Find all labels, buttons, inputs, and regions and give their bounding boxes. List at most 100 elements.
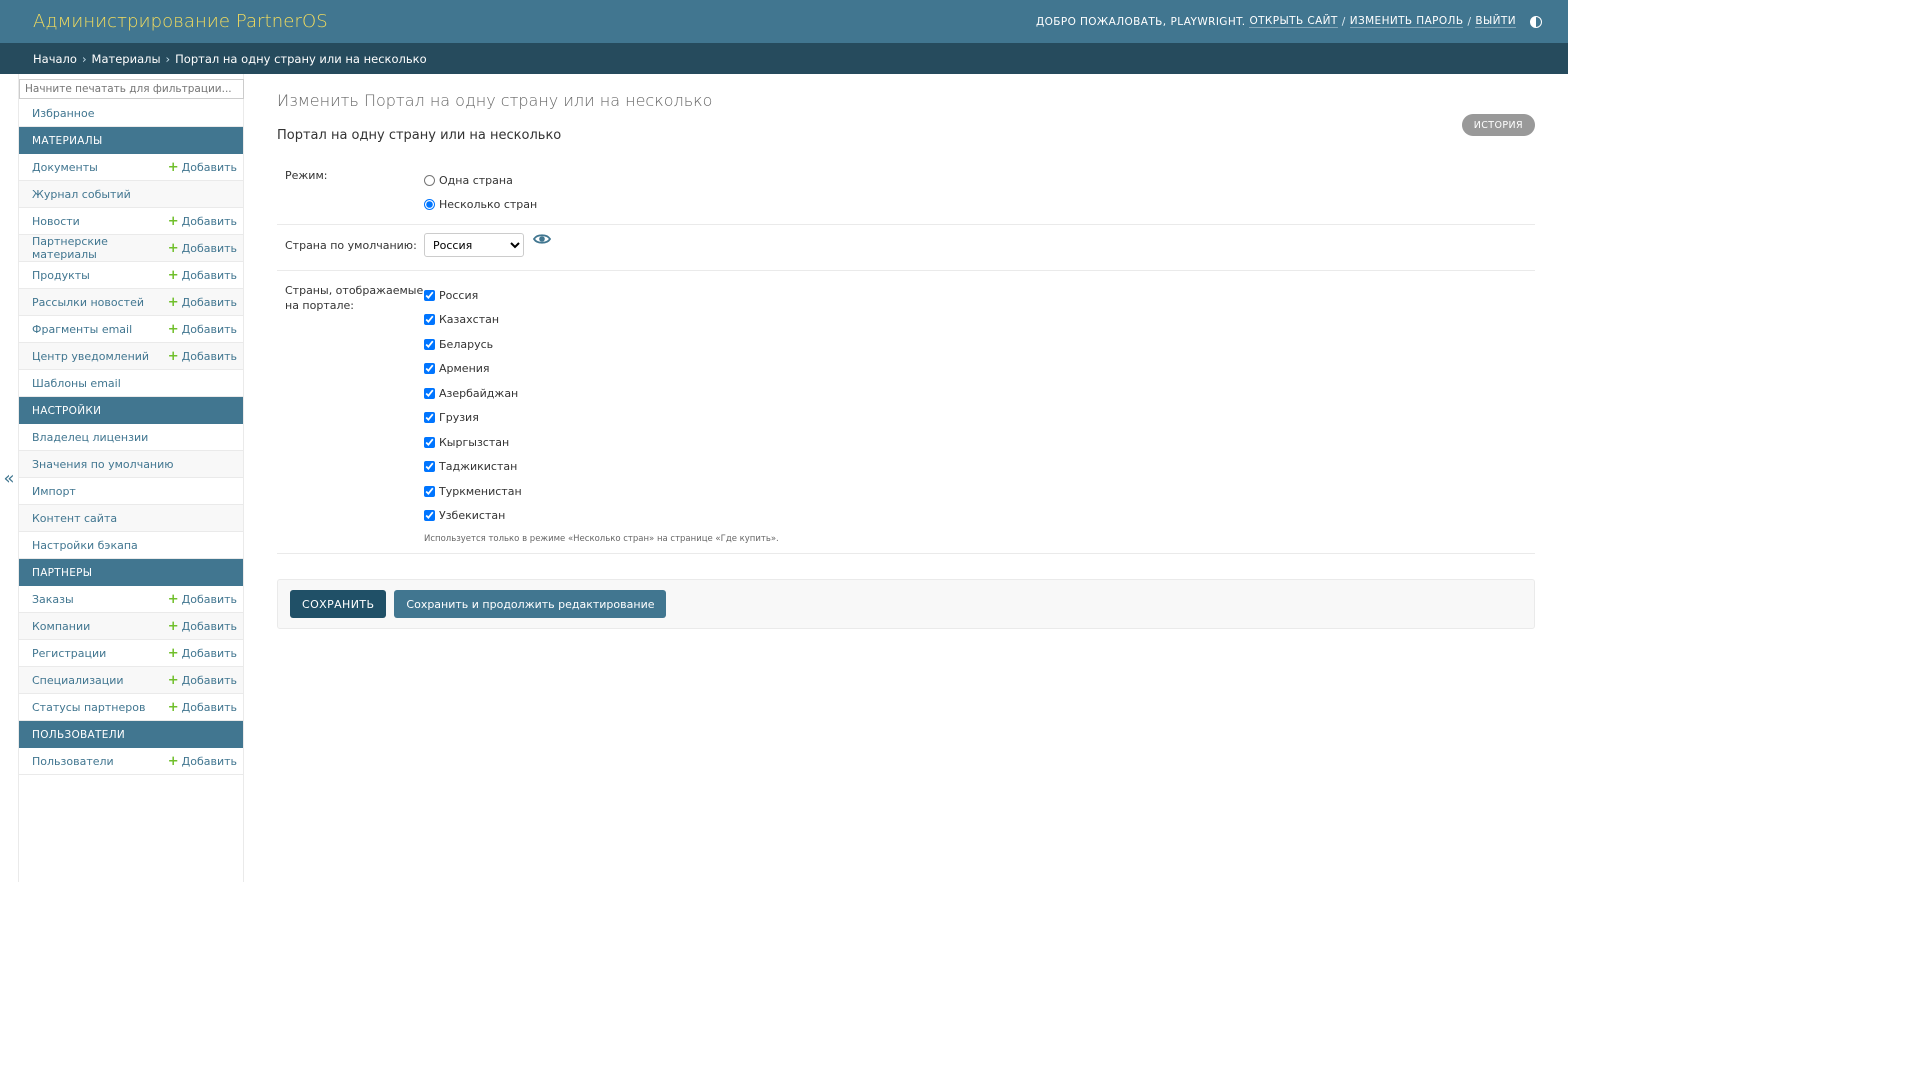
module-caption-label: Партнеры bbox=[32, 566, 93, 579]
header: Администрирование PartnerOS Добро пожало… bbox=[0, 0, 1568, 43]
breadcrumb-separator: › bbox=[81, 51, 87, 66]
eye-icon[interactable] bbox=[532, 233, 552, 249]
country-option[interactable]: Казахстан bbox=[424, 308, 1527, 333]
add-link[interactable]: + Добавить bbox=[168, 242, 237, 255]
sidebar-item: Шаблоны email bbox=[19, 370, 243, 397]
country-label: Беларусь bbox=[439, 337, 494, 351]
country-checkbox[interactable] bbox=[424, 412, 435, 424]
module-caption[interactable]: Материалы bbox=[19, 127, 243, 154]
breadcrumb-section[interactable]: Материалы bbox=[92, 52, 161, 66]
add-link[interactable]: + Добавить bbox=[168, 215, 237, 228]
country-option[interactable]: Азербайджан bbox=[424, 381, 1527, 406]
country-checkbox[interactable] bbox=[424, 436, 435, 448]
module-caption[interactable]: Пользователи bbox=[19, 721, 243, 748]
sidebar-item-link[interactable]: Значения по умолчанию bbox=[32, 458, 174, 471]
sidebar-item-link[interactable]: Рассылки новостей bbox=[32, 296, 144, 309]
country-option[interactable]: Таджикистан bbox=[424, 455, 1527, 480]
sidebar-item-link[interactable]: Журнал событий bbox=[32, 188, 131, 201]
sidebar-item-link[interactable]: Импорт bbox=[32, 485, 76, 498]
sidebar-item-link[interactable]: Центр уведомлений bbox=[32, 350, 149, 363]
sidebar-item-link[interactable]: Контент сайта bbox=[32, 512, 117, 525]
add-link[interactable]: + Добавить bbox=[168, 593, 237, 606]
save-button[interactable]: Сохранить bbox=[290, 590, 387, 618]
add-link[interactable]: + Добавить bbox=[168, 674, 237, 687]
sidebar-item: Пользователи + Добавить bbox=[19, 748, 243, 775]
add-link[interactable]: + Добавить bbox=[168, 161, 237, 174]
add-link-label: Добавить bbox=[181, 619, 237, 633]
theme-toggle-icon[interactable] bbox=[1530, 15, 1542, 28]
country-checkbox[interactable] bbox=[424, 510, 435, 522]
country-option[interactable]: Туркменистан bbox=[424, 479, 1527, 504]
mode-radio[interactable] bbox=[424, 199, 435, 211]
add-link[interactable]: + Добавить bbox=[168, 350, 237, 363]
sidebar-item-link[interactable]: Регистрации bbox=[32, 647, 106, 660]
add-link-label: Добавить bbox=[181, 268, 237, 282]
add-link[interactable]: + Добавить bbox=[168, 296, 237, 309]
country-checkbox[interactable] bbox=[424, 338, 435, 350]
content: Изменить Портал на одну страну или на не… bbox=[277, 74, 1535, 629]
country-option[interactable]: Узбекистан bbox=[424, 504, 1527, 529]
module-caption-label: Настройки bbox=[32, 404, 102, 417]
sidebar-item-link[interactable]: Настройки бэкапа bbox=[32, 539, 138, 552]
mode-radio[interactable] bbox=[424, 174, 435, 186]
country-checkbox[interactable] bbox=[424, 314, 435, 326]
country-label: Россия bbox=[439, 288, 479, 302]
sidebar-item-favorites[interactable]: Избранное bbox=[19, 100, 243, 127]
sidebar-item-link[interactable]: Заказы bbox=[32, 593, 74, 606]
add-link-label: Добавить bbox=[181, 700, 237, 714]
module-caption[interactable]: Настройки bbox=[19, 397, 243, 424]
site-branding[interactable]: Администрирование PartnerOS bbox=[33, 11, 328, 32]
sidebar-item-link[interactable]: Документы bbox=[32, 161, 98, 174]
form-row-countries: Страны, отображаемые на портале: Россия К… bbox=[277, 271, 1535, 554]
logout-link[interactable]: Выйти bbox=[1475, 15, 1516, 28]
save-and-continue-button[interactable]: Сохранить и продолжить редактирование bbox=[394, 590, 667, 618]
country-option[interactable]: Россия bbox=[424, 283, 1527, 308]
plus-icon: + bbox=[167, 699, 179, 715]
sidebar-item-link[interactable]: Партнерские материалы bbox=[32, 235, 168, 261]
sidebar-item-link[interactable]: Статусы партнеров bbox=[32, 701, 145, 714]
sidebar-item-link[interactable]: Пользователи bbox=[32, 755, 114, 768]
country-option[interactable]: Кыргызстан bbox=[424, 430, 1527, 455]
plus-icon: + bbox=[167, 348, 179, 364]
country-checkbox[interactable] bbox=[424, 289, 435, 301]
default-country-select[interactable]: Россия bbox=[424, 233, 524, 257]
sidebar-item-link[interactable]: Специализации bbox=[32, 674, 124, 687]
add-link[interactable]: + Добавить bbox=[168, 269, 237, 282]
change-password-link[interactable]: Изменить пароль bbox=[1349, 15, 1464, 28]
country-option[interactable]: Армения bbox=[424, 357, 1527, 382]
add-link-label: Добавить bbox=[181, 214, 237, 228]
sidebar-item: Журнал событий bbox=[19, 181, 243, 208]
country-checkbox[interactable] bbox=[424, 387, 435, 399]
collapse-sidebar-icon[interactable]: « bbox=[0, 74, 18, 882]
sidebar-item: Владелец лицензии bbox=[19, 424, 243, 451]
breadcrumb-home[interactable]: Начало bbox=[33, 52, 77, 66]
country-checkbox[interactable] bbox=[424, 363, 435, 375]
form-row-default-country: Страна по умолчанию: Россия bbox=[277, 225, 1535, 271]
add-link[interactable]: + Добавить bbox=[168, 323, 237, 336]
sidebar-item-link[interactable]: Шаблоны email bbox=[32, 377, 121, 390]
country-label: Кыргызстан bbox=[439, 435, 510, 449]
sidebar-item-link[interactable]: Новости bbox=[32, 215, 80, 228]
add-link[interactable]: + Добавить bbox=[168, 755, 237, 768]
add-link[interactable]: + Добавить bbox=[168, 701, 237, 714]
welcome-text: Добро пожаловать, bbox=[1035, 15, 1167, 28]
mode-option[interactable]: Одна страна bbox=[424, 168, 1527, 193]
country-option[interactable]: Грузия bbox=[424, 406, 1527, 431]
module-caption[interactable]: Партнеры bbox=[19, 559, 243, 586]
country-checkbox[interactable] bbox=[424, 461, 435, 473]
field-label: Страна по умолчанию: bbox=[285, 239, 417, 253]
sidebar-item-link[interactable]: Продукты bbox=[32, 269, 90, 282]
nav-filter-input[interactable] bbox=[19, 79, 244, 99]
history-button[interactable]: История bbox=[1461, 114, 1535, 136]
mode-option[interactable]: Несколько стран bbox=[424, 193, 1527, 218]
country-label: Таджикистан bbox=[439, 460, 518, 474]
country-checkbox[interactable] bbox=[424, 485, 435, 497]
add-link[interactable]: + Добавить bbox=[168, 647, 237, 660]
sidebar-item-link[interactable]: Фрагменты email bbox=[32, 323, 132, 336]
add-link[interactable]: + Добавить bbox=[168, 620, 237, 633]
country-option[interactable]: Беларусь bbox=[424, 332, 1527, 357]
view-site-link[interactable]: Открыть сайт bbox=[1249, 15, 1338, 28]
sidebar-item-link[interactable]: Компании bbox=[32, 620, 90, 633]
country-label: Армения bbox=[439, 362, 490, 376]
sidebar-item-link[interactable]: Владелец лицензии bbox=[32, 431, 148, 444]
